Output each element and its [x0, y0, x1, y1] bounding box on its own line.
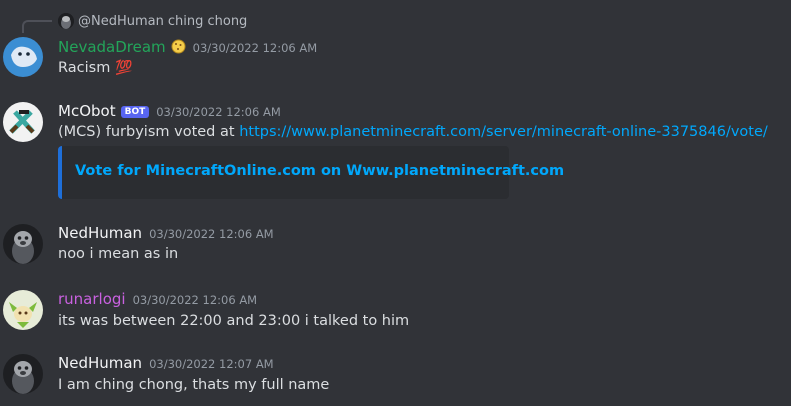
message-nevadadream: @NedHuman ching chong NevadaDream 03/30/… — [0, 0, 791, 90]
message-text: its was between 22:00 and 23:00 i talked… — [58, 313, 410, 329]
avatar[interactable] — [3, 102, 43, 142]
message-nedhuman-2: NedHuman 03/30/2022 12:07 AM I am ching … — [0, 340, 791, 406]
avatar[interactable] — [3, 37, 43, 77]
author-name[interactable]: NedHuman — [58, 224, 142, 242]
message-content: (MCS) furbyism voted at https://www.plan… — [58, 124, 768, 140]
embed-title-link[interactable]: Vote for MinecraftOnline.com on Www.plan… — [75, 163, 564, 179]
timestamp[interactable]: 03/30/2022 12:06 AM — [156, 105, 281, 119]
avatar[interactable] — [3, 290, 43, 330]
author-name[interactable]: McObot — [58, 102, 116, 120]
avatar[interactable] — [3, 354, 43, 394]
timestamp[interactable]: 03/30/2022 12:06 AM — [133, 293, 258, 307]
message-content: Racism 💯 — [58, 60, 132, 76]
avatar[interactable] — [3, 224, 43, 264]
timestamp[interactable]: 03/30/2022 12:07 AM — [149, 357, 274, 371]
reply-text: ching chong — [167, 13, 248, 29]
reply-author[interactable]: @NedHuman — [78, 14, 164, 29]
bot-badge: BOT — [120, 106, 150, 118]
cookie-icon — [171, 39, 186, 54]
hundred-points-icon: 💯 — [114, 60, 133, 76]
timestamp[interactable]: 03/30/2022 12:06 AM — [193, 41, 318, 55]
message-runarlogi: runarlogi 03/30/2022 12:06 AM its was be… — [0, 274, 791, 340]
author-name[interactable]: NevadaDream — [58, 38, 166, 56]
author-name[interactable]: NedHuman — [58, 354, 142, 372]
message-nedhuman: NedHuman 03/30/2022 12:06 AM noo i mean … — [0, 210, 791, 274]
message-text: (MCS) furbyism voted at — [58, 124, 240, 140]
message-text: noo i mean as in — [58, 246, 179, 262]
timestamp[interactable]: 03/30/2022 12:06 AM — [149, 227, 274, 241]
vote-link[interactable]: https://www.planetminecraft.com/server/m… — [239, 124, 768, 140]
reply-avatar — [58, 13, 74, 29]
reply-preview[interactable]: @NedHuman ching chong — [58, 13, 247, 29]
message-text: I am ching chong, thats my full name — [58, 377, 330, 393]
author-name[interactable]: runarlogi — [58, 290, 126, 308]
reply-connector — [22, 20, 52, 33]
link-embed: Vote for MinecraftOnline.com on Www.plan… — [58, 146, 564, 199]
message-text: Racism — [58, 60, 111, 76]
